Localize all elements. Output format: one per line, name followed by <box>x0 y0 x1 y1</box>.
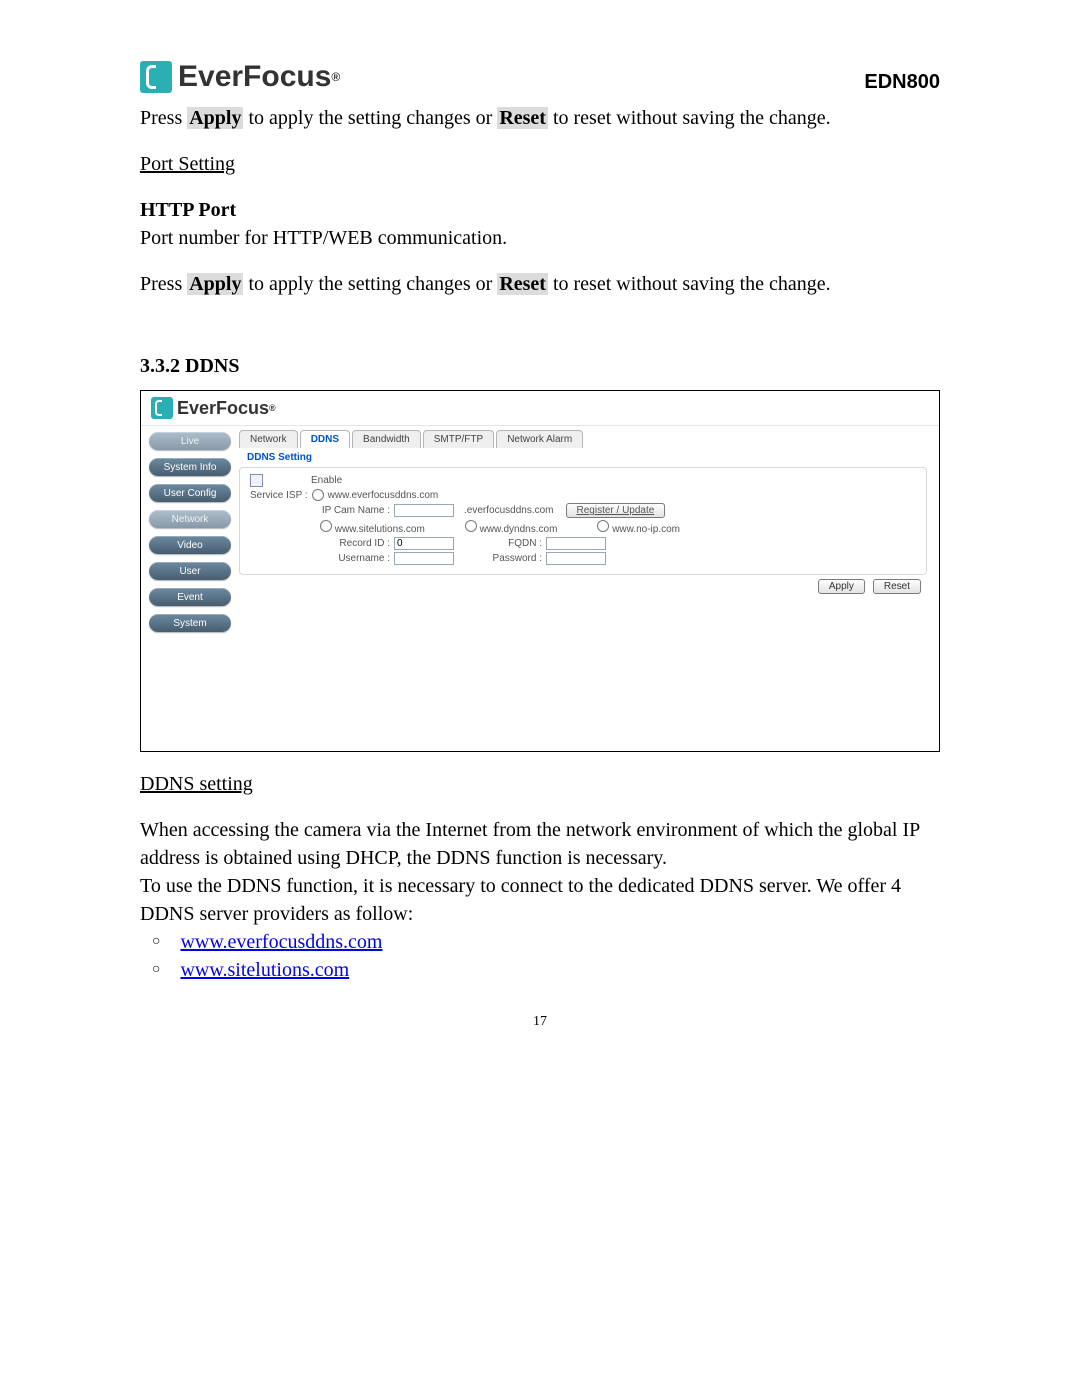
tab-network-alarm[interactable]: Network Alarm <box>496 430 583 448</box>
username-label: Username : <box>320 553 390 564</box>
tab-smtp-ftp[interactable]: SMTP/FTP <box>423 430 494 448</box>
http-port-desc: Port number for HTTP/WEB communication. <box>140 224 940 252</box>
reset-button[interactable]: Reset <box>873 579 921 594</box>
password-input[interactable] <box>546 552 606 565</box>
apply-reset-instruction-2: Press Apply to apply the setting changes… <box>140 270 940 298</box>
ipcam-name-input[interactable] <box>394 504 454 517</box>
section-heading: 3.3.2 DDNS <box>140 352 940 380</box>
apply-reset-instruction-1: Press Apply to apply the setting changes… <box>140 104 940 132</box>
tab-ddns[interactable]: DDNS <box>300 430 350 448</box>
ddns-setting-heading: DDNS setting <box>140 770 940 798</box>
link-sitelutions[interactable]: www.sitelutions.com <box>180 956 349 984</box>
reset-keyword: Reset <box>497 107 548 129</box>
sidebar: Live System Info User Config Network Vid… <box>141 426 239 638</box>
radio-everfocusddns[interactable] <box>312 489 324 501</box>
apply-keyword: Apply <box>187 273 243 295</box>
bullet-icon: ○ <box>152 960 160 980</box>
fieldset-title: DDNS Setting <box>247 452 927 463</box>
sidebar-item-system[interactable]: System <box>149 614 231 632</box>
brand-text: EverFocus <box>177 398 269 419</box>
service-isp-label: Service ISP : <box>250 490 308 501</box>
bullet-item: ○ www.everfocusddns.com <box>152 928 940 956</box>
radio-noip[interactable] <box>597 520 609 532</box>
ddns-paragraph-1: When accessing the camera via the Intern… <box>140 816 940 872</box>
fqdn-label: FQDN : <box>492 538 542 549</box>
enable-checkbox[interactable] <box>250 474 263 487</box>
sidebar-item-event[interactable]: Event <box>149 588 231 606</box>
sidebar-item-system-info[interactable]: System Info <box>149 458 231 476</box>
radio-dyndns[interactable] <box>465 520 477 532</box>
tab-network[interactable]: Network <box>239 430 298 448</box>
sidebar-item-user[interactable]: User <box>149 562 231 580</box>
brand-text: EverFocus <box>178 60 331 94</box>
http-port-heading: HTTP Port <box>140 196 940 224</box>
port-setting-heading: Port Setting <box>140 150 940 178</box>
brand-logo: EverFocus® <box>140 60 340 94</box>
model-number: EDN800 <box>864 71 940 94</box>
bullet-icon: ○ <box>152 932 160 952</box>
record-id-input[interactable] <box>394 537 454 550</box>
tab-bandwidth[interactable]: Bandwidth <box>352 430 421 448</box>
ddns-screenshot: EverFocus® Live System Info User Config … <box>140 390 940 752</box>
everfocus-icon <box>151 397 173 419</box>
reset-keyword: Reset <box>497 273 548 295</box>
link-everfocusddns[interactable]: www.everfocusddns.com <box>180 928 382 956</box>
record-id-label: Record ID : <box>320 538 390 549</box>
ipcam-name-label: IP Cam Name : <box>320 505 390 516</box>
apply-keyword: Apply <box>187 107 243 129</box>
sidebar-item-user-config[interactable]: User Config <box>149 484 231 502</box>
register-update-button[interactable]: Register / Update <box>566 503 666 518</box>
registered-mark: ® <box>331 70 340 84</box>
apply-button[interactable]: Apply <box>818 579 865 594</box>
sidebar-item-network[interactable]: Network <box>149 510 231 528</box>
tabs: Network DDNS Bandwidth SMTP/FTP Network … <box>239 430 927 448</box>
password-label: Password : <box>492 553 542 564</box>
fqdn-input[interactable] <box>546 537 606 550</box>
sidebar-item-video[interactable]: Video <box>149 536 231 554</box>
page-number: 17 <box>140 1014 940 1030</box>
enable-label: Enable <box>311 475 342 486</box>
radio-sitelutions[interactable] <box>320 520 332 532</box>
username-input[interactable] <box>394 552 454 565</box>
ddns-paragraph-2: To use the DDNS function, it is necessar… <box>140 872 940 928</box>
sidebar-item-live[interactable]: Live <box>149 432 231 450</box>
bullet-item: ○ www.sitelutions.com <box>152 956 940 984</box>
everfocus-icon <box>140 61 172 93</box>
